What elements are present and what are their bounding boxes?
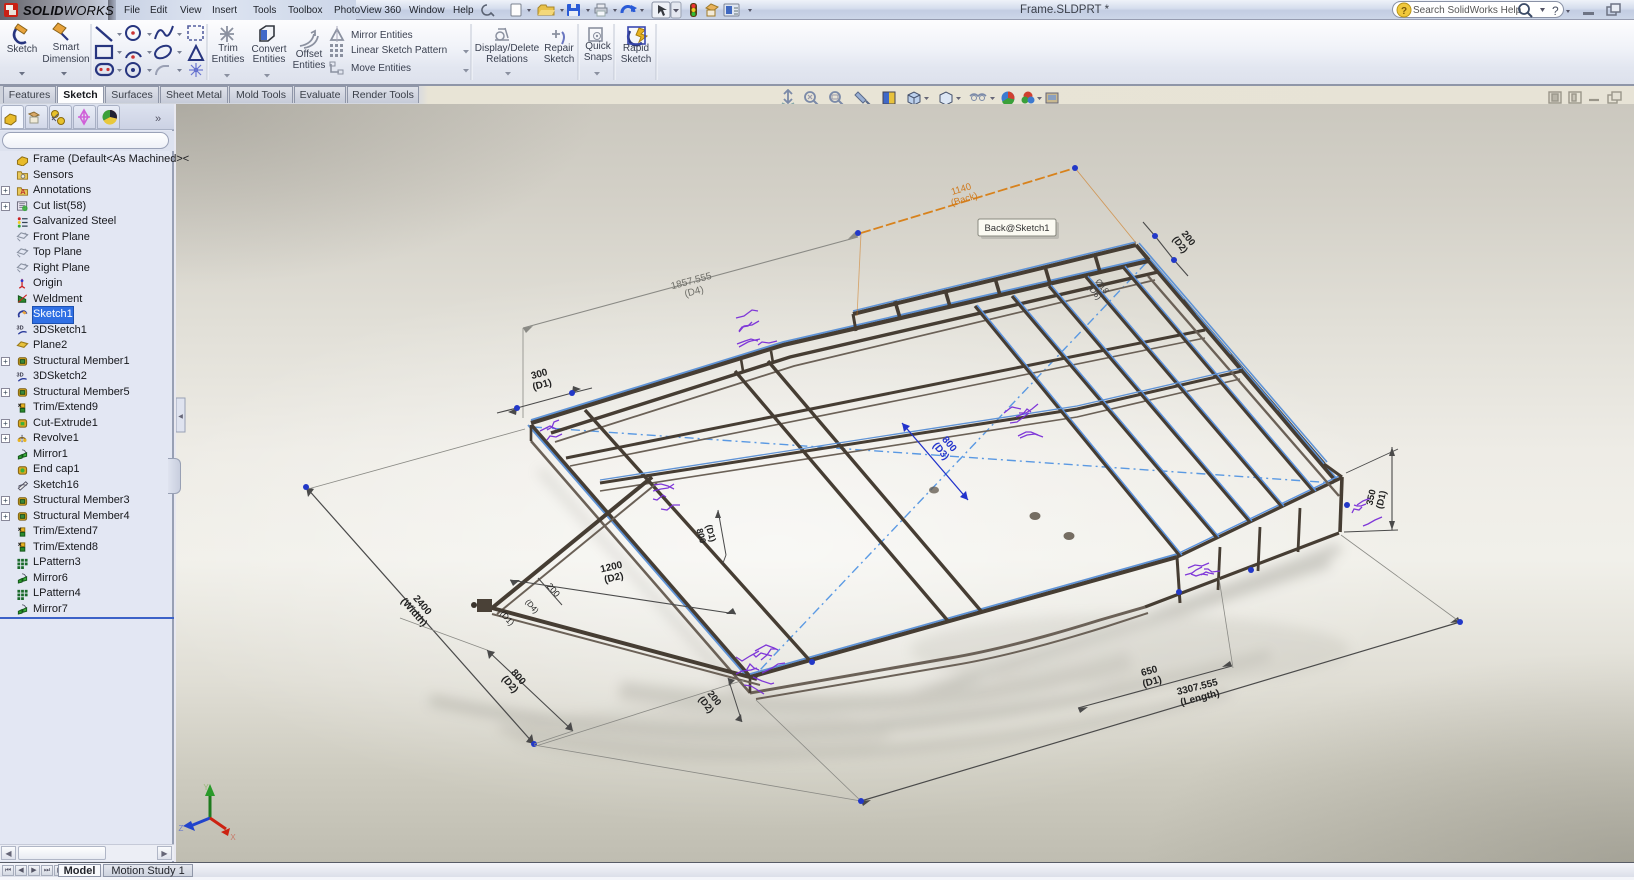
svg-text:A: A — [20, 187, 26, 196]
svg-text:200(D2): 200(D2) — [1170, 228, 1198, 256]
svg-text:300(D1): 300(D1) — [529, 367, 553, 393]
svg-text:3D: 3D — [17, 326, 24, 332]
svg-text:(D4): (D4) — [523, 598, 540, 616]
svg-text:1857.555(D4): 1857.555(D4) — [670, 271, 716, 303]
svg-text:Sketch: Sketch — [7, 44, 38, 55]
svg-text:Y: Y — [203, 783, 209, 792]
svg-text:Move Entities: Move Entities — [351, 63, 411, 74]
svg-text:Quick: Quick — [585, 41, 612, 52]
svg-text:Linear Sketch Pattern: Linear Sketch Pattern — [351, 45, 447, 56]
svg-text:Back@Sketch1: Back@Sketch1 — [984, 223, 1049, 234]
svg-text:Display/Delete: Display/Delete — [475, 43, 540, 54]
svg-text:3D: 3D — [17, 372, 24, 378]
svg-text:Rapid: Rapid — [623, 43, 649, 54]
svg-text:Sketch: Sketch — [621, 54, 652, 65]
svg-text:(D1)800: (D1)800 — [694, 523, 718, 545]
svg-text:?: ? — [1401, 6, 1407, 17]
svg-text:Entities: Entities — [212, 54, 245, 65]
svg-text:Relations: Relations — [486, 54, 528, 65]
svg-text:Mirror Entities: Mirror Entities — [351, 30, 413, 41]
svg-text:2400(Width): 2400(Width) — [398, 589, 437, 629]
svg-text:800(D3): 800(D3) — [930, 433, 959, 462]
svg-text:Entities: Entities — [293, 60, 326, 71]
svg-text:1140(Back): 1140(Back) — [947, 180, 980, 209]
svg-text:»: » — [155, 113, 161, 125]
svg-text:Z: Z — [179, 824, 184, 833]
svg-text:?: ? — [1552, 4, 1559, 18]
svg-text:Trim: Trim — [218, 43, 238, 54]
svg-text:Snaps: Snaps — [584, 52, 612, 63]
svg-text:Smart: Smart — [53, 42, 80, 53]
svg-text:Repair: Repair — [544, 43, 574, 54]
svg-text:200: 200 — [545, 581, 562, 599]
svg-text:Entities: Entities — [253, 54, 286, 65]
svg-text:X: X — [230, 833, 236, 842]
svg-text:Dimension: Dimension — [42, 54, 89, 65]
svg-text:(D1): (D1) — [498, 609, 517, 628]
svg-text:800(D2): 800(D2) — [499, 666, 528, 695]
svg-text:◀: ◀ — [178, 414, 183, 420]
svg-text:Sketch: Sketch — [544, 54, 575, 65]
svg-text:Offset: Offset — [296, 49, 323, 60]
